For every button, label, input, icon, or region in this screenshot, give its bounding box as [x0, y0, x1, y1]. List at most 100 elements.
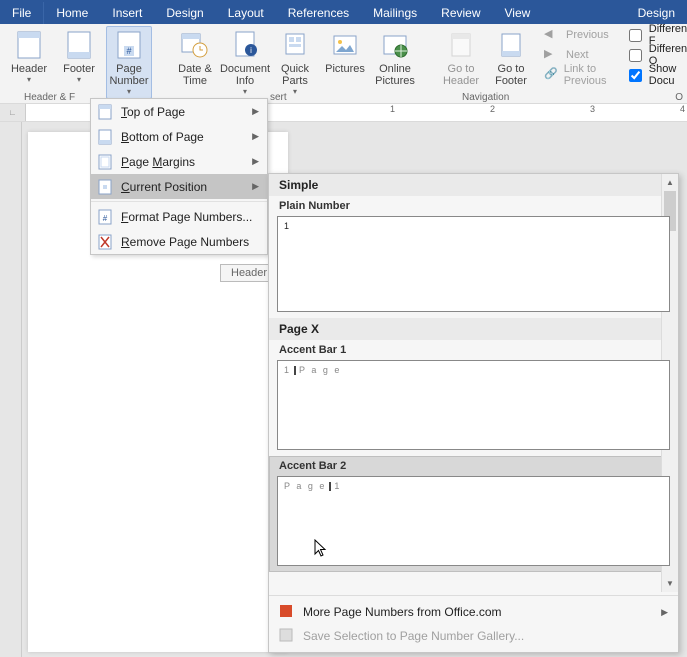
chevron-down-icon: ▾ — [27, 75, 31, 84]
different-first-checkbox[interactable]: Different F — [625, 26, 687, 44]
gallery-accent-bar-2-preview: P a g e1 — [277, 476, 670, 566]
document-info-icon: i — [229, 29, 261, 61]
tab-file[interactable]: File — [0, 2, 44, 24]
goto-header-icon — [445, 29, 477, 61]
goto-footer-button[interactable]: Go to Footer — [488, 26, 534, 90]
pictures-icon — [329, 29, 361, 61]
goto-footer-label: Go to Footer — [495, 63, 527, 87]
show-document-label: Show Docu — [649, 63, 687, 87]
gallery-section-simple: Simple — [269, 174, 678, 196]
chevron-down-icon: ▾ — [243, 87, 247, 96]
scroll-up-button[interactable]: ▲ — [662, 174, 678, 191]
menu-remove-page-numbers[interactable]: Remove Page Numbers — [91, 229, 267, 254]
ruler-corner: ∟ — [0, 104, 26, 121]
gallery-accent-bar-2[interactable]: Accent Bar 2 P a g e1 — [269, 456, 678, 572]
save-gallery-icon — [279, 628, 295, 644]
date-time-label: Date & Time — [178, 63, 212, 87]
svg-text:#: # — [103, 214, 108, 223]
more-page-numbers-link[interactable]: More Page Numbers from Office.com ▶ — [269, 600, 678, 624]
page-number-menu: Top of Page ▶ Bottom of Page ▶ Page Marg… — [90, 98, 268, 255]
tab-insert[interactable]: Insert — [100, 2, 154, 24]
chevron-down-icon: ▾ — [77, 75, 81, 84]
goto-footer-icon — [495, 29, 527, 61]
footer-button[interactable]: Footer ▾ — [56, 26, 102, 99]
group-header-footer: Header & F — [24, 92, 75, 103]
next-button[interactable]: ▶ Next — [544, 46, 609, 64]
previous-label: Previous — [566, 29, 609, 41]
menu-bottom-of-page[interactable]: Bottom of Page ▶ — [91, 124, 267, 149]
chevron-right-icon: ▶ — [661, 607, 668, 618]
header-button[interactable]: Header ▾ — [6, 26, 52, 99]
next-icon: ▶ — [544, 47, 560, 63]
group-insert: sert — [270, 92, 287, 103]
chevron-right-icon: ▶ — [252, 131, 259, 142]
mouse-cursor-icon — [314, 539, 330, 559]
format-page-numbers-icon: # — [97, 209, 113, 225]
gallery-plain-number-preview: 1 — [277, 216, 670, 312]
online-pictures-icon — [379, 29, 411, 61]
tab-mailings[interactable]: Mailings — [361, 2, 429, 24]
tab-design[interactable]: Design — [154, 2, 215, 24]
different-odd-checkbox[interactable]: Different O — [625, 46, 687, 64]
gallery-accent-bar-1[interactable]: Accent Bar 1 1P a g e — [269, 340, 678, 456]
top-of-page-icon — [97, 104, 113, 120]
current-position-icon — [97, 179, 113, 195]
tab-review[interactable]: Review — [429, 2, 492, 24]
menu-format-page-numbers[interactable]: # Format Page Numbers... — [91, 204, 267, 229]
menu-page-margins[interactable]: Page Margins ▶ — [91, 149, 267, 174]
group-navigation: Navigation — [462, 92, 509, 103]
quick-parts-icon — [279, 29, 311, 61]
calendar-clock-icon — [179, 29, 211, 61]
quick-parts-label: Quick Parts — [281, 63, 309, 87]
quick-parts-button[interactable]: Quick Parts ▾ — [272, 26, 318, 99]
gallery-section-page-x: Page X — [269, 318, 678, 340]
save-selection-label: Save Selection to Page Number Gallery... — [303, 629, 524, 643]
tab-references[interactable]: References — [276, 2, 361, 24]
page-number-label: Page Number — [109, 63, 148, 87]
svg-text:i: i — [250, 46, 252, 55]
tab-view[interactable]: View — [493, 2, 543, 24]
save-selection-gallery: Save Selection to Page Number Gallery... — [269, 624, 678, 648]
scroll-down-button[interactable]: ▼ — [662, 575, 678, 592]
next-label: Next — [566, 49, 589, 61]
chevron-right-icon: ▶ — [252, 106, 259, 117]
gallery-accent-bar-1-preview: 1P a g e — [277, 360, 670, 450]
chevron-down-icon: ▾ — [293, 87, 297, 96]
chevron-down-icon: ▾ — [127, 87, 131, 96]
goto-header-button[interactable]: Go to Header — [438, 26, 484, 90]
menu-current-position[interactable]: Current Position ▶ — [91, 174, 267, 199]
ribbon-tabs: File Home Insert Design Layout Reference… — [0, 0, 687, 24]
link-to-previous-label: Link to Previous — [564, 63, 609, 87]
page-number-icon: # — [113, 29, 145, 61]
pictures-button[interactable]: Pictures — [322, 26, 368, 99]
gallery-plain-number[interactable]: Plain Number 1 — [269, 196, 678, 318]
page-number-button[interactable]: # Page Number ▾ — [106, 26, 152, 99]
previous-button[interactable]: ◀Previous — [544, 26, 609, 44]
header-label: Header — [11, 63, 47, 75]
ribbon: Header ▾ Footer ▾ # Page Number ▾ Date &… — [0, 24, 687, 104]
link-icon: 🔗 — [544, 67, 558, 83]
date-time-button[interactable]: Date & Time — [172, 26, 218, 99]
menu-top-of-page[interactable]: Top of Page ▶ — [91, 99, 267, 124]
chevron-right-icon: ▶ — [252, 181, 259, 192]
bottom-of-page-icon — [97, 129, 113, 145]
vertical-ruler[interactable] — [0, 122, 22, 657]
footer-label: Footer — [63, 63, 95, 75]
document-info-button[interactable]: i Document Info ▾ — [222, 26, 268, 99]
show-document-checkbox[interactable]: Show Docu — [625, 66, 687, 84]
tab-home[interactable]: Home — [44, 2, 100, 24]
tab-layout[interactable]: Layout — [216, 2, 276, 24]
page-number-gallery: ▲ ▼ Simple Plain Number 1 Page X Accent … — [268, 173, 679, 653]
svg-text:#: # — [126, 46, 131, 56]
gallery-plain-number-label: Plain Number — [277, 198, 670, 214]
online-pictures-button[interactable]: Online Pictures — [372, 26, 418, 99]
footer-icon — [63, 29, 95, 61]
group-options: O — [675, 92, 683, 103]
link-to-previous-button[interactable]: 🔗 Link to Previous — [544, 66, 609, 84]
gallery-accent-bar-2-label: Accent Bar 2 — [277, 458, 670, 474]
header-icon — [13, 29, 45, 61]
office-icon — [279, 604, 295, 620]
online-pictures-label: Online Pictures — [375, 63, 415, 87]
tab-tool-design[interactable]: Design — [626, 2, 687, 24]
pictures-label: Pictures — [325, 63, 365, 75]
